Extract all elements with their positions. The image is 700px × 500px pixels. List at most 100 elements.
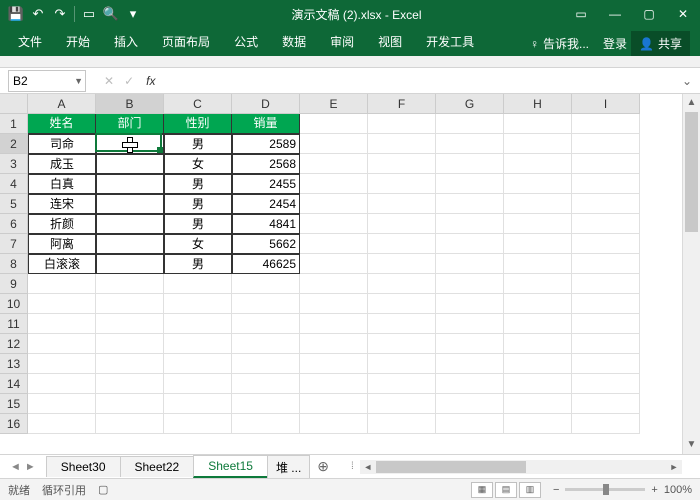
column-header[interactable]: D [232,94,300,114]
cell[interactable] [96,194,164,214]
cell[interactable]: 2454 [232,194,300,214]
cell[interactable] [96,314,164,334]
cell[interactable]: 男 [164,214,232,234]
cell[interactable] [572,414,640,434]
cell[interactable] [368,374,436,394]
cell[interactable] [368,114,436,134]
cell[interactable] [572,214,640,234]
cell[interactable]: 阿离 [28,234,96,254]
cell[interactable] [368,234,436,254]
close-icon[interactable]: ✕ [666,0,700,28]
cell[interactable] [504,334,572,354]
cell[interactable] [368,154,436,174]
cell[interactable] [368,254,436,274]
column-header[interactable]: H [504,94,572,114]
column-header[interactable]: G [436,94,504,114]
formula-input[interactable] [161,70,670,92]
cell[interactable] [504,174,572,194]
cell[interactable] [232,354,300,374]
column-header[interactable]: I [572,94,640,114]
column-header[interactable]: C [164,94,232,114]
cell[interactable] [572,134,640,154]
cell[interactable] [96,294,164,314]
cell[interactable] [572,114,640,134]
row-header[interactable]: 10 [0,294,28,314]
column-header[interactable]: E [300,94,368,114]
column-header[interactable]: F [368,94,436,114]
select-all-corner[interactable] [0,94,28,114]
row-header[interactable]: 1 [0,114,28,134]
cell[interactable] [96,174,164,194]
cell[interactable] [232,274,300,294]
cell[interactable] [300,154,368,174]
cell[interactable]: 白滚滚 [28,254,96,274]
tab-insert[interactable]: 插入 [102,27,150,56]
cell[interactable] [504,314,572,334]
cell[interactable]: 男 [164,134,232,154]
cell[interactable] [572,374,640,394]
undo-icon[interactable]: ↶ [28,4,48,24]
spreadsheet-grid[interactable]: ABCDEFGHI 12345678910111213141516 姓名部门性别… [0,94,700,454]
cell[interactable] [572,354,640,374]
cell[interactable] [96,254,164,274]
cell[interactable]: 部门 [96,114,164,134]
cell[interactable]: 白真 [28,174,96,194]
chevron-down-icon[interactable]: ▼ [74,76,83,86]
page-layout-view-icon[interactable]: ▤ [495,482,517,498]
cell[interactable] [96,134,164,154]
cell[interactable] [164,334,232,354]
cell[interactable] [96,354,164,374]
tab-view[interactable]: 视图 [366,27,414,56]
cell[interactable] [300,334,368,354]
row-header[interactable]: 8 [0,254,28,274]
cell[interactable] [368,134,436,154]
cell[interactable]: 2455 [232,174,300,194]
cell[interactable] [368,194,436,214]
sheet-tab[interactable]: Sheet30 [46,456,121,477]
fx-icon[interactable]: fx [146,74,155,88]
cell[interactable] [572,314,640,334]
cell[interactable] [300,274,368,294]
cell[interactable] [28,414,96,434]
cell[interactable] [504,214,572,234]
sheet-tab-active[interactable]: Sheet15 [193,455,268,478]
cell[interactable] [300,394,368,414]
cell[interactable] [300,314,368,334]
cell[interactable] [504,294,572,314]
sheet-nav-next-icon[interactable]: ► [25,461,36,473]
name-box[interactable]: B2 ▼ [8,70,86,92]
cell[interactable] [164,374,232,394]
cell[interactable]: 46625 [232,254,300,274]
cell[interactable] [368,314,436,334]
row-header[interactable]: 16 [0,414,28,434]
cell[interactable]: 性别 [164,114,232,134]
cell[interactable] [96,154,164,174]
sheet-tab-more[interactable]: 堆 ... [267,455,310,479]
row-header[interactable]: 2 [0,134,28,154]
minimize-icon[interactable]: — [598,0,632,28]
cell[interactable] [368,294,436,314]
cell[interactable] [96,394,164,414]
cell[interactable] [436,314,504,334]
cell[interactable] [96,374,164,394]
row-header[interactable]: 11 [0,314,28,334]
tab-data[interactable]: 数据 [270,27,318,56]
scroll-left-icon[interactable]: ◄ [360,460,376,474]
cell[interactable] [164,394,232,414]
cell[interactable] [436,374,504,394]
zoom-percent[interactable]: 100% [664,484,692,496]
cell[interactable] [436,414,504,434]
sheet-tab[interactable]: Sheet22 [120,456,195,477]
cell[interactable] [436,114,504,134]
redo-icon[interactable]: ↷ [50,4,70,24]
vertical-scrollbar[interactable]: ▲ ▼ [682,94,700,454]
cell[interactable] [96,234,164,254]
cell[interactable] [436,154,504,174]
cell[interactable]: 姓名 [28,114,96,134]
row-header[interactable]: 14 [0,374,28,394]
cell[interactable] [164,294,232,314]
cell[interactable] [300,114,368,134]
horizontal-scrollbar[interactable]: ◄ ► [360,460,682,474]
cell[interactable] [504,114,572,134]
scroll-thumb[interactable] [685,112,698,232]
